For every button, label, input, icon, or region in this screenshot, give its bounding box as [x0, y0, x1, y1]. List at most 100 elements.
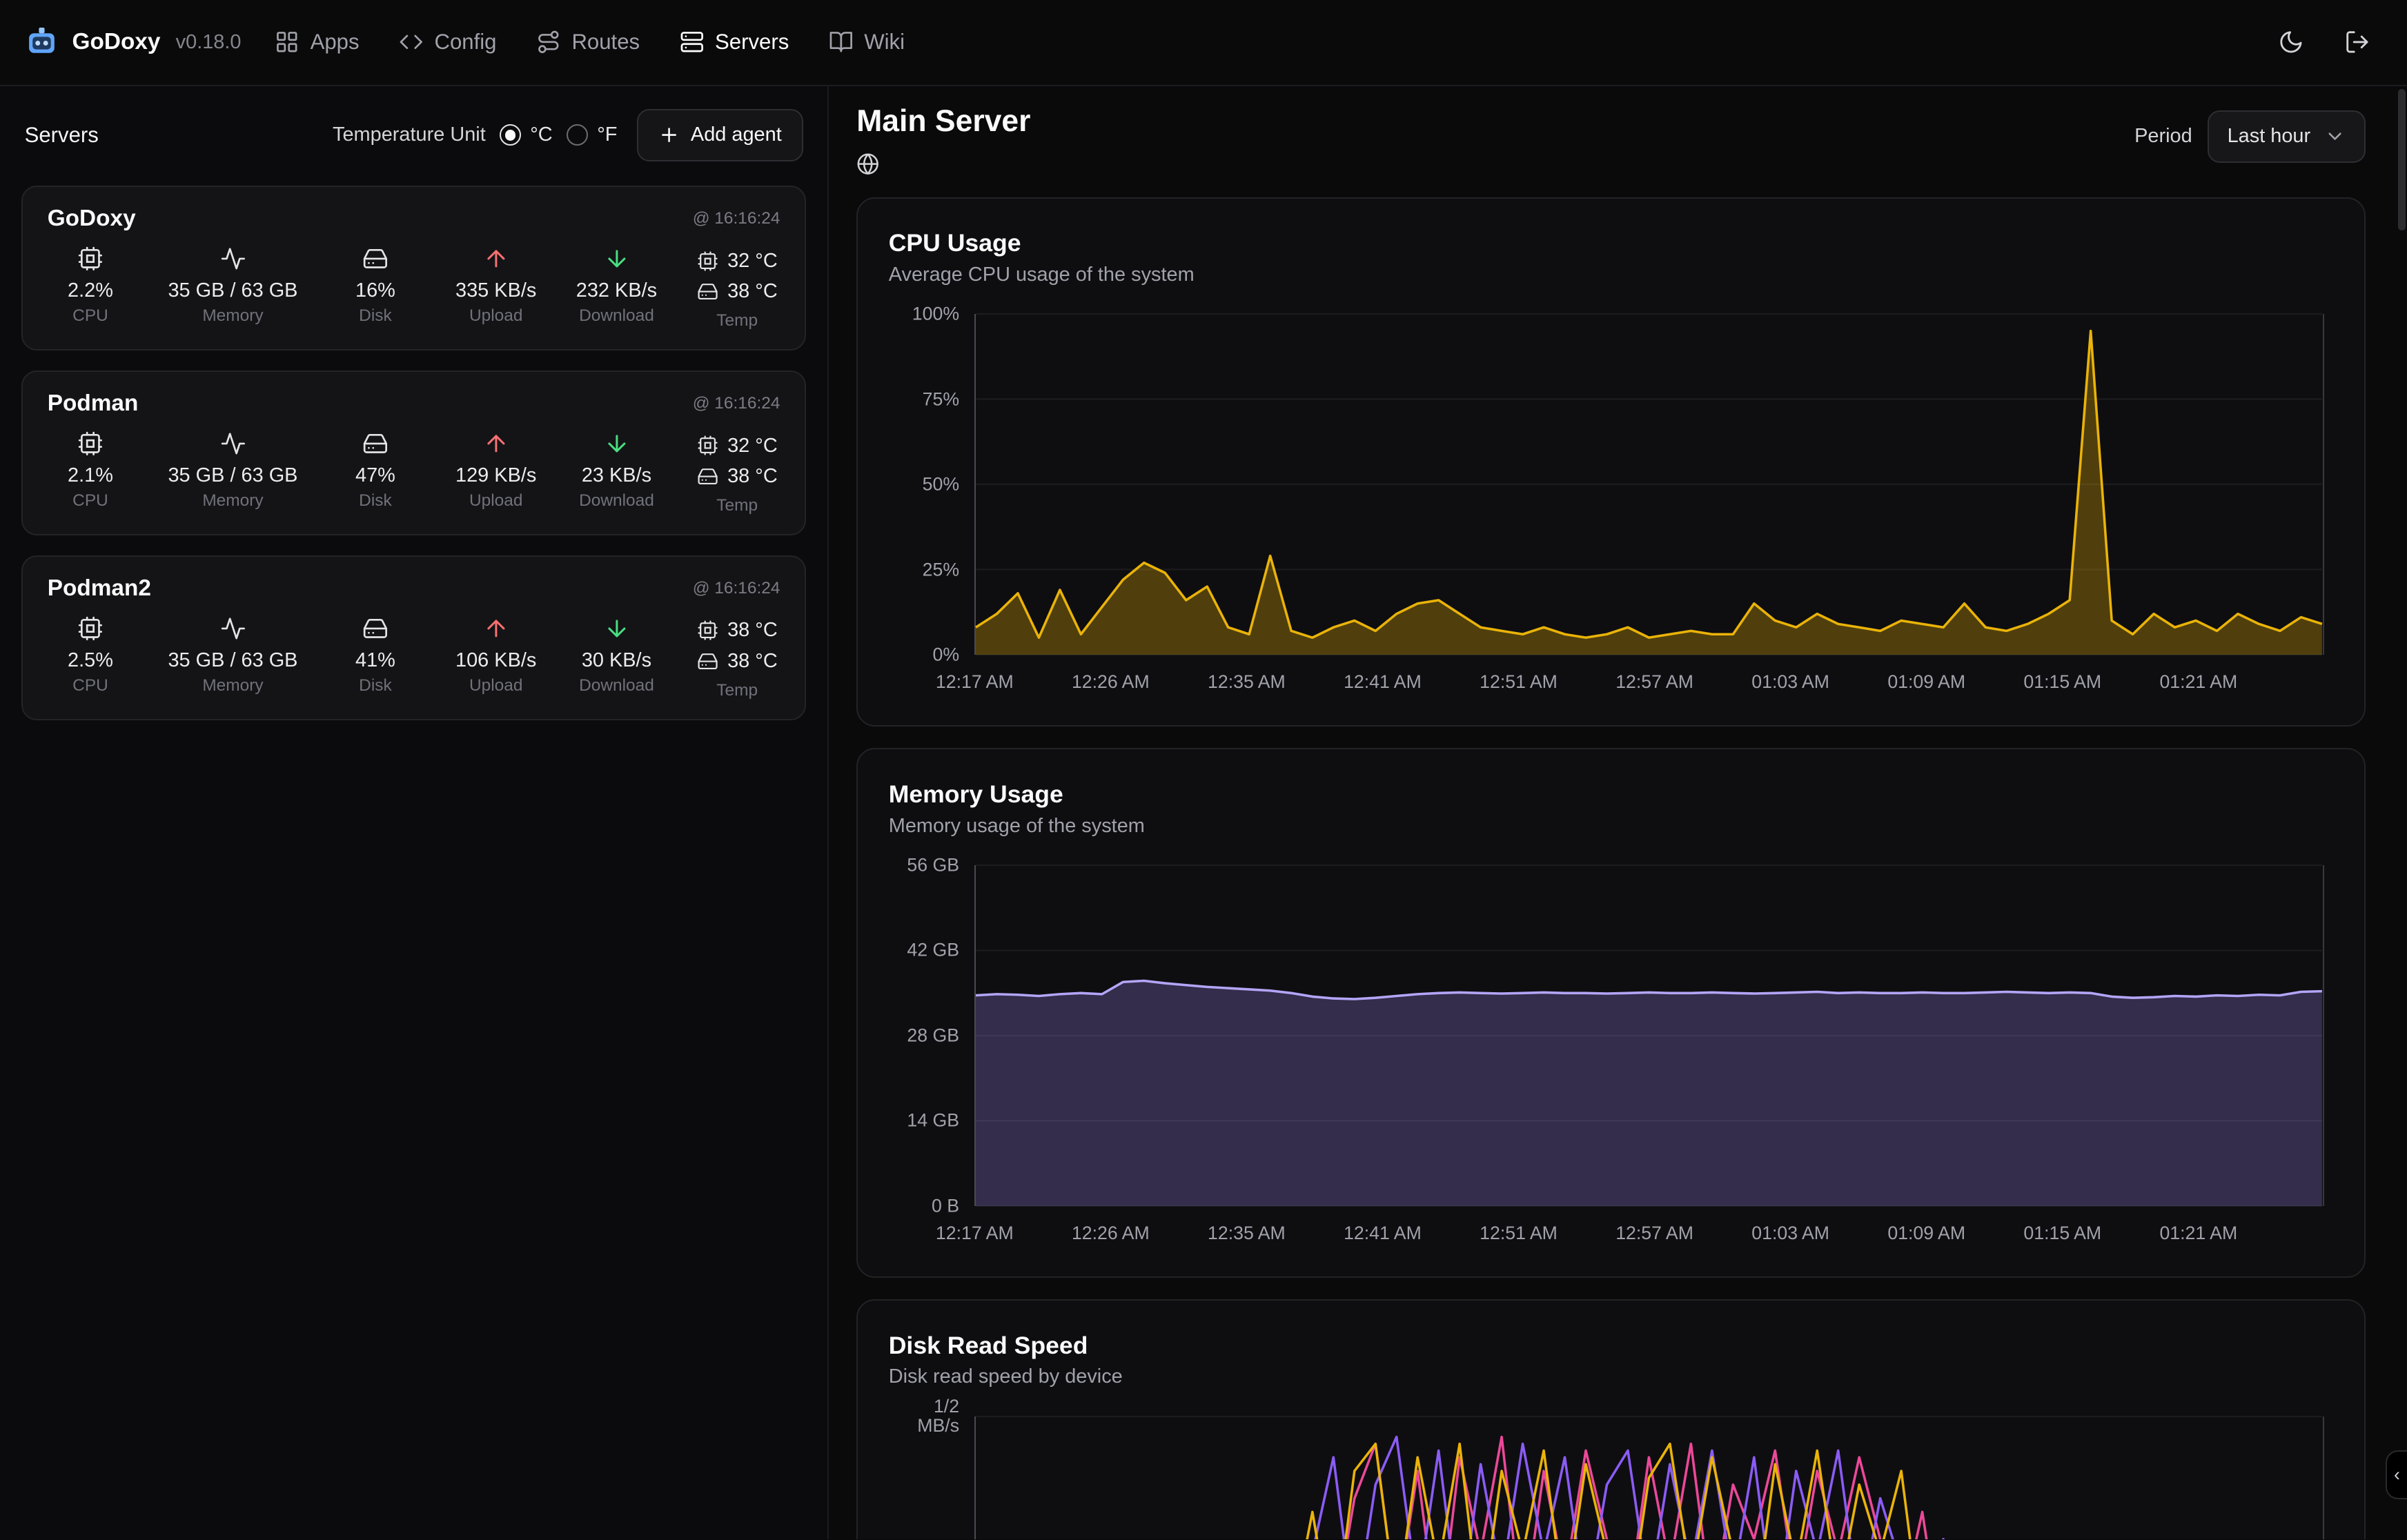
arrow-down-icon [604, 431, 630, 457]
memory-stat: 35 GB / 63 GB Memory [168, 246, 297, 326]
add-agent-button[interactable]: Add agent [637, 109, 803, 161]
server-timestamp: @ 16:16:24 [693, 579, 780, 598]
upload-label: Upload [469, 306, 523, 326]
memory-value: 35 GB / 63 GB [168, 279, 297, 302]
server-card-podman2[interactable]: Podman2 @ 16:16:24 2.5% CPU 35 GB / 63 G… [21, 555, 806, 720]
arrow-up-icon [483, 431, 509, 457]
hard-drive-icon [697, 651, 718, 672]
upload-label: Upload [469, 491, 523, 511]
download-value: 232 KB/s [576, 279, 657, 302]
disk-read-speed-card: Disk Read Speed Disk read speed by devic… [856, 1299, 2366, 1539]
grid-icon [275, 30, 299, 55]
fahrenheit-label: °F [597, 124, 617, 146]
disk-read-speed-chart[interactable]: 1/2 MB/s [889, 1416, 2324, 1540]
logout-icon[interactable] [2344, 29, 2370, 55]
page-title: Main Server [856, 104, 1030, 139]
cpu-chip-icon [697, 250, 718, 272]
disk-stat: 16% Disk [333, 246, 419, 326]
memory-usage-chart[interactable]: 56 GB42 GB28 GB14 GB0 B 12:17 AM12:26 AM… [889, 865, 2324, 1252]
memory-label: Memory [202, 306, 263, 326]
period-value: Last hour [2228, 125, 2311, 148]
temp-stat: 38 °C 38 °C Temp [694, 615, 780, 701]
memory-stat: 35 GB / 63 GB Memory [168, 615, 297, 696]
theme-toggle-moon-icon[interactable] [2278, 29, 2304, 55]
disk-temp-value: 38 °C [727, 280, 778, 303]
server-card-podman[interactable]: Podman @ 16:16:24 2.1% CPU 35 GB / 63 GB… [21, 371, 806, 535]
upload-stat: 106 KB/s Upload [453, 615, 539, 696]
temp-label: Temp [716, 681, 758, 700]
celsius-radio[interactable]: °C [500, 124, 553, 146]
add-agent-label: Add agent [691, 124, 782, 146]
y-axis: 1/2 MB/s [889, 1416, 975, 1540]
server-stats: 2.5% CPU 35 GB / 63 GB Memory 41% Disk [48, 615, 780, 701]
arrow-down-icon [604, 615, 630, 642]
panel-title: Servers [25, 123, 99, 148]
nav-label: Wiki [864, 30, 905, 55]
server-stats: 2.1% CPU 35 GB / 63 GB Memory 47% Disk [48, 431, 780, 516]
plus-icon [658, 124, 680, 146]
hard-drive-icon [362, 615, 389, 642]
activity-icon [220, 246, 246, 272]
nav-item-apps[interactable]: Apps [275, 30, 359, 55]
globe-icon[interactable] [856, 152, 1030, 175]
upload-stat: 335 KB/s Upload [453, 246, 539, 326]
servers-panel: Servers Temperature Unit °C °F [0, 86, 829, 1540]
x-axis: 12:17 AM12:26 AM12:35 AM12:41 AM12:51 AM… [974, 661, 2324, 701]
disk-value: 47% [355, 464, 395, 487]
cpu-chip-icon [77, 246, 104, 272]
chevron-down-icon [2324, 126, 2346, 147]
temp-stat: 32 °C 38 °C Temp [694, 431, 780, 516]
chart-title: Disk Read Speed [889, 1332, 2324, 1360]
server-stats: 2.2% CPU 35 GB / 63 GB Memory 16% Disk [48, 246, 780, 331]
download-value: 30 KB/s [582, 649, 651, 672]
period-select[interactable]: Last hour [2208, 110, 2366, 163]
disk-label: Disk [359, 306, 392, 326]
godoxy-logo-icon [25, 26, 59, 59]
hard-drive-icon [697, 281, 718, 302]
celsius-label: °C [530, 124, 552, 146]
hard-drive-icon [362, 431, 389, 457]
cpu-chip-icon [77, 615, 104, 642]
server-timestamp: @ 16:16:24 [693, 394, 780, 413]
disk-stat: 47% Disk [333, 431, 419, 511]
download-stat: 23 KB/s Download [573, 431, 660, 511]
activity-icon [220, 431, 246, 457]
godoxy-dashboard: GoDoxy v0.18.0 Apps Config Routes [0, 0, 2407, 1539]
cpu-temp-value: 38 °C [727, 619, 778, 642]
server-card-godoxy[interactable]: GoDoxy @ 16:16:24 2.2% CPU 35 GB / 63 GB… [21, 186, 806, 351]
fahrenheit-radio[interactable]: °F [567, 124, 618, 146]
arrow-up-icon [483, 246, 509, 272]
chart-title: Memory Usage [889, 780, 2324, 809]
chart-subtitle: Memory usage of the system [889, 815, 2324, 838]
hard-drive-icon [362, 246, 389, 272]
server-icon [680, 30, 705, 55]
nav-item-servers[interactable]: Servers [680, 30, 789, 55]
cpu-stat: 2.5% CPU [48, 615, 134, 696]
cpu-usage-chart[interactable]: 100%75%50%25%0% 12:17 AM12:26 AM12:35 AM… [889, 314, 2324, 701]
server-name: Podman2 [48, 575, 151, 602]
disk-label: Disk [359, 676, 392, 695]
memory-usage-card: Memory Usage Memory usage of the system … [856, 748, 2366, 1278]
nav-item-routes[interactable]: Routes [536, 30, 640, 55]
cpu-label: CPU [72, 491, 108, 511]
disk-label: Disk [359, 491, 392, 511]
cpu-label: CPU [72, 306, 108, 326]
chart-title: CPU Usage [889, 229, 2324, 257]
nav-label: Servers [715, 30, 789, 55]
nav-label: Config [435, 30, 497, 55]
scrollbar-thumb[interactable] [2398, 89, 2406, 230]
brand-name: GoDoxy [72, 29, 161, 55]
cpu-chip-icon [697, 435, 718, 456]
arrow-down-icon [604, 246, 630, 272]
radio-checked-icon [500, 124, 521, 146]
period-label: Period [2134, 125, 2192, 148]
collapse-panel-handle[interactable]: ‹ [2386, 1450, 2407, 1499]
plot-area [974, 314, 2324, 655]
disk-temp-value: 38 °C [727, 465, 778, 488]
cpu-chip-icon [697, 620, 718, 641]
cpu-temp-value: 32 °C [727, 250, 778, 273]
navbar-actions [2278, 29, 2382, 55]
nav-item-config[interactable]: Config [399, 30, 496, 55]
nav-item-wiki[interactable]: Wiki [829, 30, 905, 55]
cpu-chip-icon [77, 431, 104, 457]
